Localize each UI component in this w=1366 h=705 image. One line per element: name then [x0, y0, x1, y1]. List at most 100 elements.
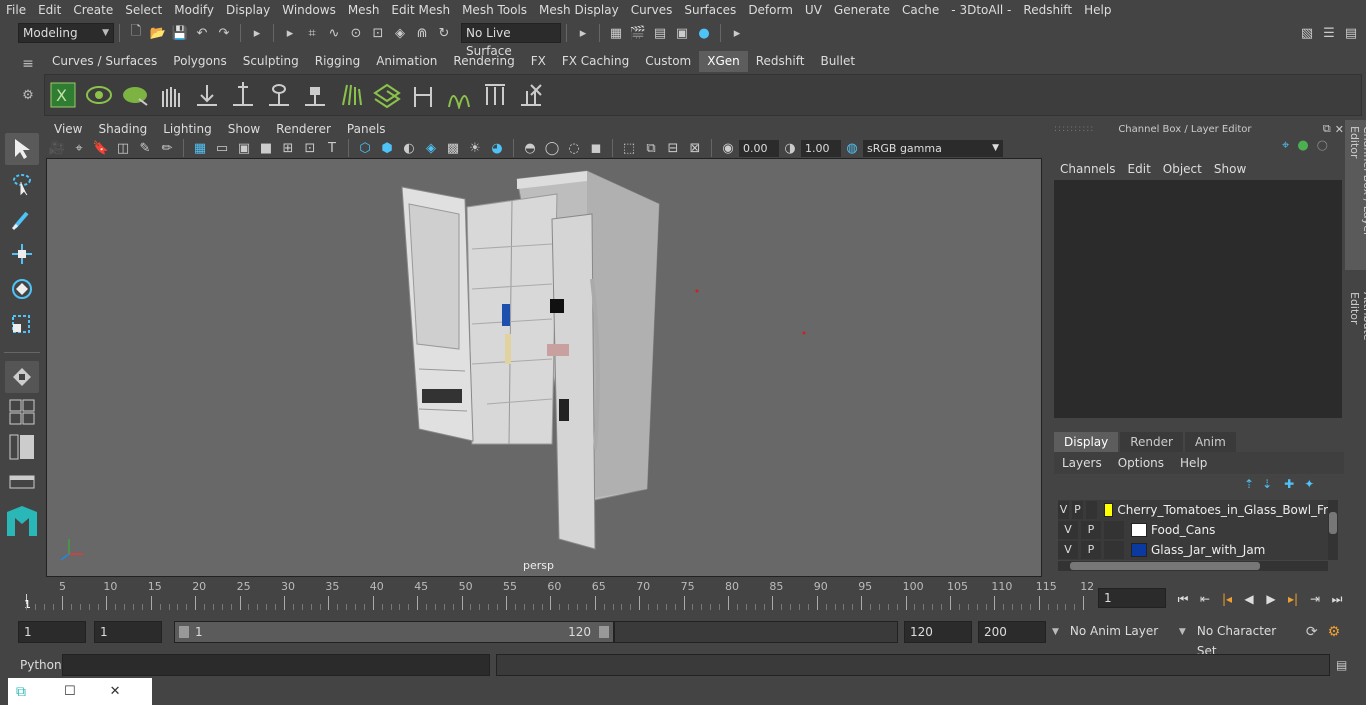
layer-name[interactable]: Cherry_Tomatoes_in_Glass_Bowl_Fr [1117, 503, 1328, 517]
layer-display-type[interactable] [1104, 541, 1124, 559]
menu-windows[interactable]: Windows [276, 0, 342, 21]
gamma-field[interactable]: 1.00 [801, 139, 841, 157]
layer-playback[interactable]: P [1071, 501, 1083, 519]
axis-gizmo-icon[interactable]: ⌖ [1282, 138, 1289, 153]
range-handle-start[interactable] [179, 626, 189, 638]
snap-rotate-icon[interactable]: ↻ [435, 24, 453, 42]
bookmark-icon[interactable]: 🔖 [92, 139, 110, 157]
layer-horizontal-scrollbar[interactable] [1058, 561, 1328, 571]
groom-smooth-icon[interactable] [443, 78, 475, 112]
step-back-key-icon[interactable]: ⇤ [1194, 589, 1216, 609]
play-backwards-icon[interactable]: ◀ [1238, 589, 1260, 609]
pencil-icon[interactable]: ✏ [158, 139, 176, 157]
grid-icon[interactable]: ▦ [191, 139, 209, 157]
snap-surface-icon[interactable]: ◈ [391, 24, 409, 42]
gate-mask-icon[interactable]: ■ [257, 139, 275, 157]
menu-mesh[interactable]: Mesh [342, 0, 386, 21]
playback-end-field[interactable]: 120 [904, 621, 972, 643]
range-slider[interactable]: 1 120 [174, 621, 614, 643]
menu-renderer[interactable]: Renderer [268, 120, 339, 138]
expand-icon[interactable]: ▸ [281, 24, 299, 42]
layer-color-swatch[interactable] [1131, 543, 1147, 557]
groom-length-icon[interactable] [479, 78, 511, 112]
menu-edit-mesh[interactable]: Edit Mesh [385, 0, 456, 21]
exposure-field[interactable]: 0.00 [739, 139, 779, 157]
layout-outliner-icon[interactable] [5, 431, 39, 463]
scene-start-field[interactable]: 1 [18, 621, 86, 643]
chevron-down-icon[interactable]: ▼ [1179, 627, 1186, 637]
camera-attrs-icon[interactable]: ⌖ [70, 139, 88, 157]
exposure-icon[interactable]: ◉ [719, 139, 737, 157]
resolution-gate-icon[interactable]: ▣ [235, 139, 253, 157]
command-language[interactable]: Python [20, 658, 62, 672]
layer-row[interactable]: V P Cherry_Tomatoes_in_Glass_Bowl_Fr [1058, 500, 1328, 520]
menu-mesh-display[interactable]: Mesh Display [533, 0, 625, 21]
layout-four-icon[interactable] [5, 396, 39, 428]
save-scene-icon[interactable]: 💾 [171, 24, 189, 42]
layout-graph-icon[interactable] [5, 466, 39, 498]
select-tool-icon[interactable] [5, 133, 39, 165]
menu-mesh-tools[interactable]: Mesh Tools [456, 0, 533, 21]
tab-rendering[interactable]: Rendering [445, 51, 522, 72]
soft-select-icon[interactable] [5, 361, 39, 393]
snap-grid-icon[interactable]: ⌗ [303, 24, 321, 42]
new-layer-selected-icon[interactable]: ✦ [1304, 477, 1314, 491]
snap-point-icon[interactable]: ⊙ [347, 24, 365, 42]
menu-object[interactable]: Object [1157, 162, 1208, 176]
minimized-window[interactable]: ⧉ ☐ ✕ [8, 678, 152, 705]
snap-view-icon[interactable]: ⊡ [369, 24, 387, 42]
move-layer-down-icon[interactable]: ⇣ [1262, 477, 1272, 491]
render-settings-icon[interactable]: ▣ [673, 24, 691, 42]
smooth-shade-icon[interactable]: ⬢ [378, 139, 396, 157]
render-frame-icon[interactable]: 🎬 [629, 24, 647, 42]
redo-icon[interactable]: ↷ [215, 24, 233, 42]
safe-title-icon[interactable]: T [323, 139, 341, 157]
layer-color-swatch[interactable] [1131, 523, 1147, 537]
go-to-start-icon[interactable]: ⏮ [1172, 589, 1194, 609]
scene-end-field[interactable]: 200 [978, 621, 1046, 643]
live-surface-field[interactable]: No Live Surface [461, 23, 561, 58]
menu-layers[interactable]: Layers [1054, 456, 1110, 470]
ipr-render-icon[interactable]: ▤ [651, 24, 669, 42]
step-forward-frame-icon[interactable]: ▸| [1282, 589, 1304, 609]
menu-channels[interactable]: Channels [1054, 162, 1122, 176]
menu-lighting[interactable]: Lighting [155, 120, 220, 138]
channel-box-toggle-icon[interactable]: ▤ [1342, 24, 1360, 42]
tab-custom[interactable]: Custom [637, 51, 699, 72]
chevron-down-icon[interactable]: ▼ [1052, 627, 1059, 637]
layer-row[interactable]: V P Glass_Jar_with_Jam [1058, 540, 1328, 560]
menu-3dtoall[interactable]: - 3DtoAll - [945, 0, 1017, 21]
workspace-icon[interactable]: ▧ [1298, 24, 1316, 42]
current-frame-field[interactable]: 1 [1098, 588, 1166, 608]
undo-icon[interactable]: ↶ [193, 24, 211, 42]
lasso-tool-icon[interactable] [5, 168, 39, 200]
rotate-tool-icon[interactable] [5, 273, 39, 305]
menu-modify[interactable]: Modify [168, 0, 220, 21]
channel-box-panel[interactable] [1054, 180, 1342, 418]
move-tool-icon[interactable] [5, 238, 39, 270]
float-icon[interactable]: ⧉ [1323, 122, 1331, 136]
paint-select-tool-icon[interactable] [5, 203, 39, 235]
mode-dropdown[interactable]: Modeling ▼ [18, 23, 114, 43]
groom-density-icon[interactable] [335, 78, 367, 112]
character-set-dropdown[interactable]: No Character Set [1191, 621, 1296, 658]
menu-surfaces[interactable]: Surfaces [678, 0, 742, 21]
tab-animation[interactable]: Animation [368, 51, 445, 72]
menu-generate[interactable]: Generate [828, 0, 896, 21]
groom-grid-icon[interactable] [371, 78, 403, 112]
viewport-persp[interactable]: persp [46, 158, 1042, 577]
anim-layer-dropdown[interactable]: No Anim Layer [1064, 621, 1175, 643]
range-track[interactable] [614, 621, 898, 643]
layer-visibility[interactable]: V [1058, 501, 1069, 519]
scrollbar-thumb[interactable] [1070, 562, 1260, 570]
menu-cache[interactable]: Cache [896, 0, 945, 21]
layer-display-type[interactable] [1085, 501, 1097, 519]
layer-name[interactable]: Glass_Jar_with_Jam [1151, 543, 1265, 557]
expand-icon[interactable]: ▸ [574, 24, 592, 42]
render-view-icon[interactable]: ▦ [607, 24, 625, 42]
tab-display[interactable]: Display [1054, 432, 1119, 452]
groom-place-icon[interactable] [191, 78, 223, 112]
tab-fx[interactable]: FX [523, 51, 554, 72]
groom-add-icon[interactable] [227, 78, 259, 112]
open-scene-icon[interactable]: 📂 [149, 24, 167, 42]
